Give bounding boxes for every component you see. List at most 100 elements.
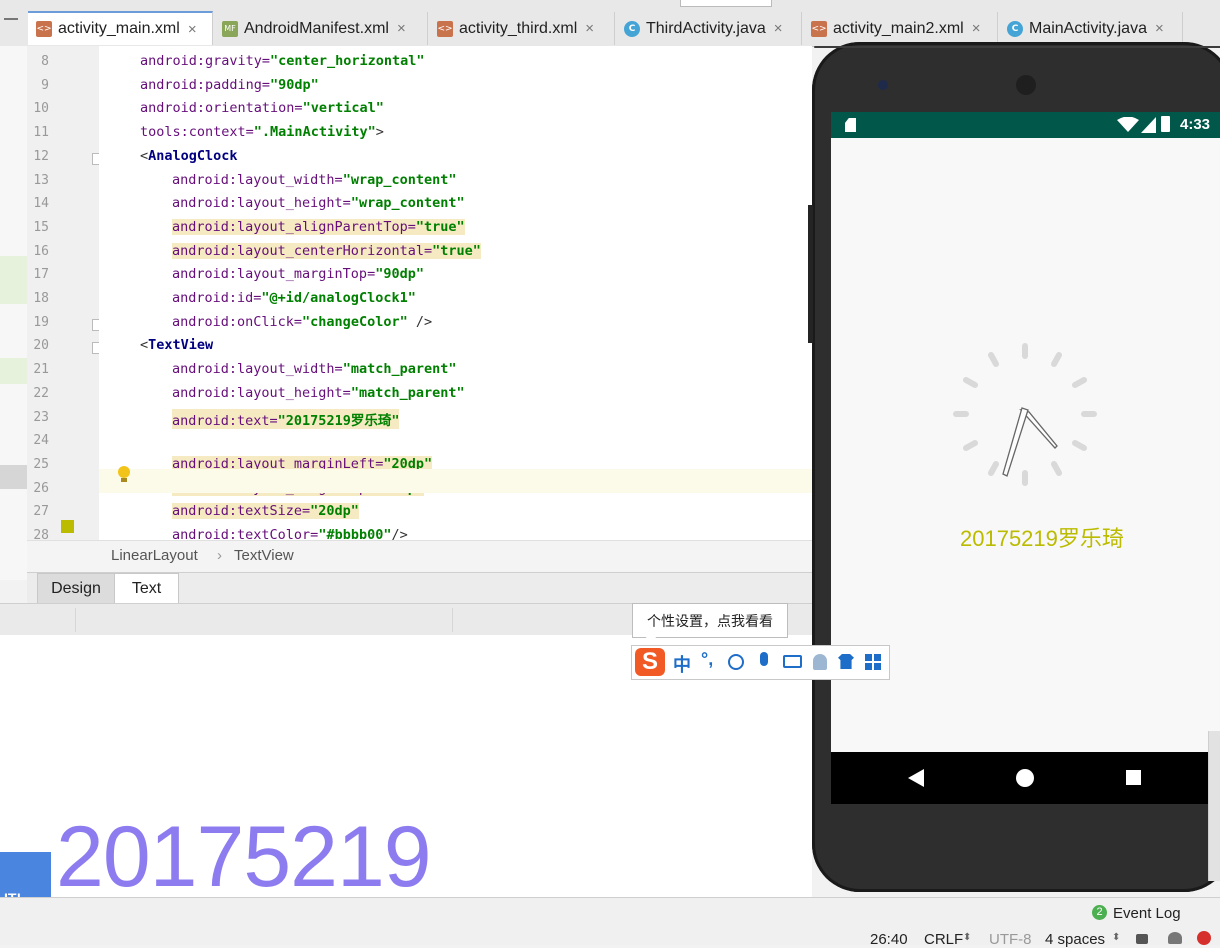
code-token: android:textSize= (172, 503, 311, 520)
line-number: 18 (33, 291, 49, 306)
close-icon[interactable]: × (1155, 20, 1164, 37)
code-token: tools:context= (140, 124, 254, 141)
java-class-icon: C (624, 20, 640, 37)
code-line[interactable]: android:orientation="vertical" (140, 100, 384, 116)
code-token: android:layout_height= (172, 384, 351, 401)
tab-label: ThirdActivity.java (646, 19, 766, 37)
code-token: android:layout_width= (172, 171, 343, 188)
error-icon[interactable] (1197, 931, 1211, 945)
event-log-link[interactable]: Event Log (1113, 905, 1181, 922)
ime-user-icon[interactable] (813, 654, 827, 670)
tab-main-activity-java[interactable]: C MainActivity.java × (999, 12, 1183, 45)
code-line[interactable]: android:layout_height="wrap_content" (172, 195, 465, 211)
code-line[interactable]: android:layout_marginTop="90dp" (172, 266, 424, 282)
code-line[interactable]: android:id="@+id/analogClock1" (172, 290, 416, 306)
code-token: "changeColor" (302, 313, 408, 330)
line-number: 24 (33, 433, 49, 449)
clock-hands (1002, 407, 1058, 477)
line-number: 12 (33, 148, 49, 164)
java-class-icon: C (1007, 20, 1023, 37)
code-token: "90dp" (375, 266, 424, 283)
tab-text[interactable]: Text (114, 573, 179, 603)
ime-keyboard-icon[interactable] (783, 655, 802, 668)
breadcrumb-separator: › (217, 547, 222, 564)
line-separator[interactable]: CRLF (924, 931, 963, 948)
line-number: 13 (33, 172, 49, 188)
line-number: 22 (33, 385, 49, 401)
line-number: 16 (33, 243, 49, 259)
breadcrumb-linearlayout[interactable]: LinearLayout (111, 547, 198, 564)
code-token: "wrap_content" (342, 171, 457, 188)
ime-tooltip: 个性设置，点我看看 (632, 603, 788, 638)
code-line[interactable]: android:layout_centerHorizontal="true" (172, 242, 481, 259)
code-line[interactable]: android:layout_width="match_parent" (172, 361, 456, 377)
recents-icon[interactable] (1126, 770, 1141, 785)
tab-activity-third-xml[interactable]: <> activity_third.xml × (429, 12, 615, 45)
xml-file-icon: <> (811, 20, 827, 37)
ime-tooltip-text: 个性设置，点我看看 (647, 612, 773, 629)
sogou-logo-icon[interactable]: S (635, 648, 665, 676)
code-line[interactable]: android:text="20175219罗乐琦" (172, 408, 400, 429)
code-line[interactable]: tools:context=".MainActivity"> (140, 124, 384, 140)
close-icon[interactable]: × (774, 20, 783, 37)
code-line[interactable]: <AnalogClock (140, 148, 238, 164)
code-line[interactable]: android:layout_alignParentTop="true" (172, 218, 465, 235)
caret-position[interactable]: 26:40 (870, 931, 908, 948)
inspector-icon[interactable] (1168, 932, 1182, 944)
line-number: 15 (33, 219, 49, 235)
code-line[interactable]: android:layout_width="wrap_content" (172, 172, 456, 188)
back-icon[interactable] (908, 769, 924, 787)
code-token: android:text= (172, 412, 278, 429)
tab-activity-main-xml[interactable]: <> activity_main.xml × (28, 11, 213, 45)
code-token: android:layout_height= (172, 195, 351, 212)
divider (452, 608, 453, 632)
code-token: android:onClick= (172, 313, 303, 330)
code-line[interactable]: android:gravity="center_horizontal" (140, 53, 424, 69)
code-token: android:orientation= (140, 100, 303, 117)
intention-bulb-icon[interactable] (117, 465, 131, 485)
code-token: android:gravity= (140, 53, 271, 69)
lock-icon[interactable] (1136, 934, 1148, 944)
code-token: "match_parent" (342, 361, 457, 378)
scrollbar-thumb[interactable] (1208, 731, 1220, 881)
tab-third-activity-java[interactable]: C ThirdActivity.java × (616, 12, 802, 45)
tab-scroll-left[interactable] (4, 18, 18, 20)
close-icon[interactable]: × (188, 21, 197, 38)
breadcrumb-textview[interactable]: TextView (234, 547, 294, 564)
close-icon[interactable]: × (585, 20, 594, 37)
ime-chinese-mode[interactable]: 中 (673, 651, 691, 677)
file-encoding[interactable]: UTF-8 (989, 931, 1032, 948)
ime-voice-icon[interactable] (760, 652, 768, 666)
tab-text-label: Text (131, 579, 162, 597)
indent-setting[interactable]: 4 spaces (1045, 931, 1105, 948)
close-icon[interactable]: × (972, 20, 981, 37)
sogou-logo-letter: S (641, 648, 658, 675)
ime-toolbox-icon[interactable] (865, 654, 881, 670)
line-number: 10 (33, 101, 49, 117)
code-line[interactable]: <TextView (140, 337, 213, 353)
tab-android-manifest-xml[interactable]: MF AndroidManifest.xml × (214, 12, 428, 45)
code-line[interactable]: android:layout_height="match_parent" (172, 385, 465, 401)
code-token: "20dp" (310, 503, 359, 520)
ime-skin-icon[interactable] (838, 654, 854, 669)
volume-side-button[interactable] (808, 205, 813, 343)
line-number: 19 (33, 314, 49, 330)
ime-emoji-icon[interactable] (728, 654, 744, 670)
home-icon[interactable] (1016, 769, 1034, 787)
front-camera-icon (878, 80, 888, 90)
code-line[interactable]: android:padding="90dp" (140, 77, 319, 93)
ide-status-bar: 2 Event Log 26:40 CRLF ⬍ UTF-8 4 spaces … (0, 897, 1220, 948)
color-swatch-icon[interactable] (61, 520, 74, 533)
line-number: 14 (33, 196, 49, 212)
code-token: /> (407, 313, 433, 330)
code-editor[interactable]: android:gravity="center_horizontal" andro… (99, 46, 812, 543)
close-icon[interactable]: × (397, 20, 406, 37)
tab-activity-main2-xml[interactable]: <> activity_main2.xml × (803, 12, 998, 45)
toolbar-fragment (680, 0, 772, 7)
code-line[interactable]: android:onClick="changeColor" /> (172, 314, 432, 330)
tab-design[interactable]: Design (37, 573, 115, 604)
code-token: TextView (148, 337, 214, 354)
code-line[interactable]: android:textSize="20dp" (172, 503, 359, 520)
ime-punctuation-mode[interactable]: °, (701, 649, 713, 670)
analog-clock[interactable] (950, 340, 1100, 490)
